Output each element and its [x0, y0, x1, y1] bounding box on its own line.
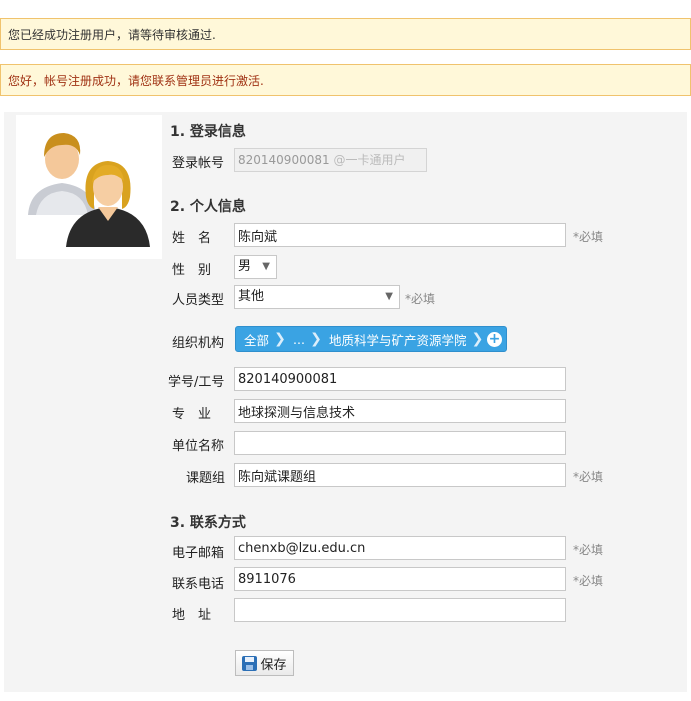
gender-select[interactable]: 男 ▼	[234, 255, 277, 279]
phone-required: *必填	[573, 574, 604, 588]
notice-activate: 您好，帐号注册成功，请您联系管理员进行激活.	[0, 64, 691, 96]
student-id-label: 学号/工号	[168, 375, 225, 390]
save-disk-icon	[242, 655, 258, 671]
notice-activate-text: 您好，帐号注册成功，请您联系管理员进行激活.	[8, 73, 264, 88]
address-label: 地 址	[172, 608, 212, 623]
org-label: 组织机构	[172, 336, 225, 351]
chevron-right-icon: ❯	[471, 331, 484, 347]
person-type-select[interactable]: 其他 ▼	[234, 285, 400, 309]
account-field: 820140900081 @一卡通用户	[234, 148, 427, 172]
group-label: 课题组	[186, 471, 226, 486]
org-breadcrumb: 全部 ❯ ... ❯ 地质科学与矿产资源学院 ❯ +	[235, 326, 508, 352]
section-contact-title: 3. 联系方式	[170, 515, 246, 531]
account-value: 820140900081	[238, 153, 330, 167]
name-label: 姓 名	[172, 231, 212, 246]
org-crumb-all[interactable]: 全部	[236, 327, 275, 351]
major-input[interactable]	[234, 399, 566, 423]
save-button[interactable]: 保存	[235, 650, 294, 676]
chevron-down-icon: ▼	[385, 291, 393, 302]
unit-label: 单位名称	[172, 439, 225, 454]
major-label: 专 业	[172, 407, 212, 422]
student-id-input[interactable]	[234, 367, 566, 391]
email-required: *必填	[573, 543, 604, 557]
org-add-button[interactable]: +	[482, 327, 506, 351]
person-type-value: 其他	[238, 289, 265, 304]
account-suffix: @一卡通用户	[333, 153, 406, 167]
email-label: 电子邮箱	[172, 546, 225, 561]
users-icon	[28, 133, 150, 247]
plus-circle-icon: +	[486, 330, 502, 347]
avatar	[16, 115, 162, 259]
chevron-right-icon: ❯	[274, 331, 286, 347]
save-label: 保存	[260, 657, 287, 673]
email-input[interactable]	[234, 536, 566, 560]
section-login-title: 1. 登录信息	[170, 124, 246, 140]
chevron-down-icon: ▼	[262, 261, 270, 272]
gender-label: 性 别	[172, 263, 212, 278]
phone-input[interactable]	[234, 567, 566, 591]
gender-value: 男	[238, 259, 252, 274]
type-required: *必填	[405, 292, 436, 306]
section-personal-title: 2. 个人信息	[170, 199, 246, 215]
org-crumb-ellipsis[interactable]: ...	[285, 327, 311, 351]
account-label: 登录帐号	[172, 156, 225, 171]
phone-label: 联系电话	[172, 577, 225, 592]
notice-pending-review-text: 您已经成功注册用户，请等待审核通过.	[8, 27, 216, 42]
address-input[interactable]	[234, 598, 566, 622]
org-crumb-college[interactable]: 地质科学与矿产资源学院	[321, 327, 473, 351]
group-input[interactable]	[234, 463, 566, 487]
name-input[interactable]	[234, 223, 566, 247]
name-required: *必填	[573, 230, 604, 244]
notice-pending-review: 您已经成功注册用户，请等待审核通过.	[0, 18, 691, 50]
chevron-right-icon: ❯	[310, 331, 322, 347]
group-required: *必填	[573, 470, 604, 484]
type-label: 人员类型	[172, 293, 225, 308]
unit-input[interactable]	[234, 431, 566, 455]
